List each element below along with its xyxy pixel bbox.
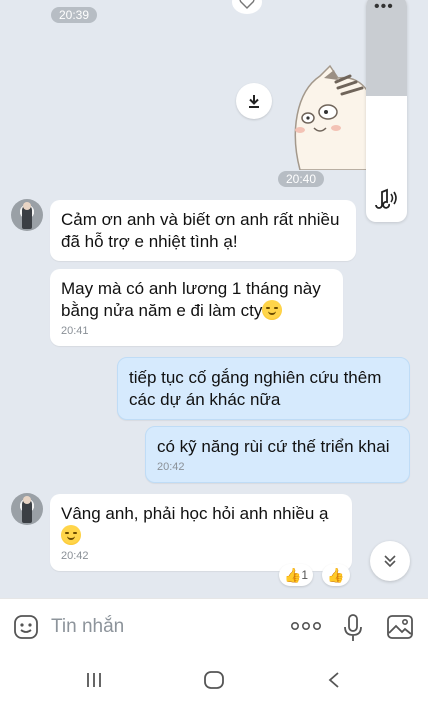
message-text: Cảm ơn anh và biết ơn anh rất nhiều đã h…: [61, 210, 340, 251]
thumbs-up-icon: 👍: [283, 567, 302, 583]
message-text: Vâng anh, phải học hỏi anh nhiều ạ: [61, 504, 329, 523]
avatar[interactable]: [11, 199, 43, 231]
avatar[interactable]: [11, 493, 43, 525]
music-sound-icon[interactable]: [372, 186, 400, 210]
download-icon: [249, 95, 259, 108]
message-time: 20:42: [61, 550, 89, 562]
message-time: 20:42: [157, 461, 185, 473]
message-composer: Tin nhắn: [0, 598, 428, 654]
message-bubble[interactable]: có kỹ năng rùi cứ thế triển khai 20:42: [145, 426, 410, 483]
message-text: May mà có anh lương 1 tháng này bằng nửa…: [61, 279, 321, 320]
home-icon[interactable]: [203, 670, 225, 690]
message-bubble[interactable]: Cảm ơn anh và biết ơn anh rất nhiều đã h…: [50, 200, 356, 261]
emoji-sticker-icon[interactable]: [12, 613, 40, 641]
cat-sticker[interactable]: [290, 62, 370, 170]
download-sticker-button[interactable]: [236, 83, 272, 119]
back-icon[interactable]: [326, 670, 342, 690]
message-text: có kỹ năng rùi cứ thế triển khai: [157, 437, 390, 456]
voice-player-panel[interactable]: •••: [366, 0, 407, 222]
message-bubble[interactable]: May mà có anh lương 1 tháng này bằng nửa…: [50, 269, 343, 346]
timestamp: 20:40: [278, 171, 325, 187]
scroll-to-bottom-button[interactable]: [370, 541, 410, 581]
image-gallery-icon[interactable]: [386, 613, 414, 641]
smile-emoji-icon: [61, 525, 81, 545]
chat-area[interactable]: 20:39 20:40 ••• Cảm ơn anh và biết ơn an…: [0, 0, 428, 598]
reaction-count-badge[interactable]: 👍 1: [279, 564, 313, 586]
timestamp: 20:39: [51, 7, 98, 23]
message-time: 20:41: [61, 325, 89, 337]
double-chevron-down-icon: [384, 555, 396, 568]
more-options-icon[interactable]: [290, 619, 322, 633]
thumbs-up-icon: 👍: [327, 567, 345, 583]
message-input[interactable]: Tin nhắn: [51, 616, 124, 638]
recent-apps-icon[interactable]: [84, 670, 104, 690]
heart-reaction-button[interactable]: [232, 0, 262, 14]
microphone-icon[interactable]: [342, 613, 364, 643]
add-reaction-button[interactable]: 👍: [322, 564, 350, 586]
message-bubble[interactable]: tiếp tục cố gắng nghiên cứu thêm các dự …: [117, 357, 410, 420]
smirk-emoji-icon: [262, 300, 283, 320]
reaction-count: 1: [301, 568, 309, 582]
heart-icon: [239, 0, 255, 9]
message-bubble[interactable]: Vâng anh, phải học hỏi anh nhiều ạ 20:42: [50, 494, 352, 571]
more-options-icon[interactable]: •••: [374, 0, 394, 16]
message-text: tiếp tục cố gắng nghiên cứu thêm các dự …: [129, 368, 382, 409]
system-navigation-bar: [0, 654, 428, 707]
